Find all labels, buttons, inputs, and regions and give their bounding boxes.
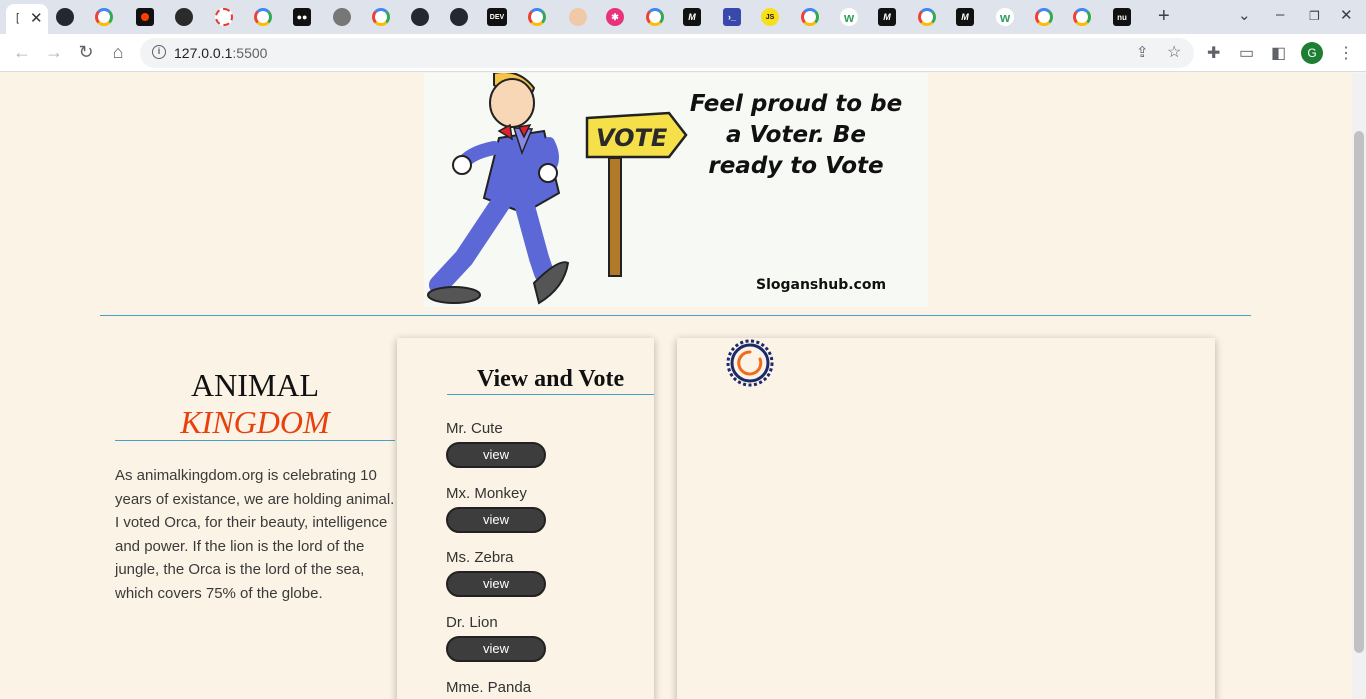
js-tab-icon[interactable]: JS bbox=[761, 8, 779, 26]
url-port: :5500 bbox=[232, 45, 268, 61]
candidate-item: Ms. Zebra view bbox=[446, 549, 546, 597]
hand-tab-icon[interactable] bbox=[569, 8, 587, 26]
back-icon[interactable]: ← bbox=[11, 42, 33, 63]
brand-line-animal: ANIMAL bbox=[191, 367, 319, 403]
header-divider bbox=[100, 315, 1251, 316]
url-host: 127.0.0.1 bbox=[174, 45, 233, 61]
w-tab-icon[interactable]: w bbox=[840, 8, 858, 26]
google-tab-icon[interactable] bbox=[646, 8, 664, 26]
google-tab-icon[interactable] bbox=[918, 8, 936, 26]
intro-paragraph: As animalkingdom.org is celebrating 10 y… bbox=[115, 467, 395, 602]
google-tab-icon[interactable] bbox=[1035, 8, 1053, 26]
flower-tab-icon[interactable]: ✱ bbox=[606, 8, 624, 26]
github-tab-icon[interactable] bbox=[450, 8, 468, 26]
candidate-name: Mx. Monkey bbox=[446, 485, 527, 502]
page-scrollbar[interactable] bbox=[1352, 73, 1366, 699]
dev-tab-icon[interactable]: DEV bbox=[487, 8, 507, 26]
candidate-detail-panel bbox=[677, 338, 1215, 699]
candidate-name: Dr. Lion bbox=[446, 614, 498, 631]
candidate-name: Ms. Zebra bbox=[446, 549, 514, 566]
view-button[interactable]: view bbox=[446, 442, 546, 468]
active-tab[interactable]: [ ✕ bbox=[6, 4, 48, 34]
record-tab-icon[interactable] bbox=[136, 8, 154, 26]
minimize-icon[interactable]: – bbox=[1276, 6, 1284, 23]
brand-divider bbox=[115, 440, 395, 441]
url-text[interactable]: 127.0.0.1:5500 bbox=[174, 45, 267, 61]
extensions-icon[interactable]: ✚ bbox=[1207, 43, 1220, 63]
menu-icon[interactable]: ⋮ bbox=[1338, 43, 1354, 63]
w-tab-icon[interactable]: w bbox=[996, 8, 1014, 26]
m-tab-icon[interactable]: M bbox=[878, 8, 896, 26]
close-tab-icon[interactable]: ✕ bbox=[30, 9, 43, 27]
active-tab-favicon: [ bbox=[16, 12, 20, 24]
terminal-tab-icon[interactable]: ›_ bbox=[723, 8, 741, 26]
brand-line-kingdom: KINGDOM bbox=[180, 404, 330, 440]
view-button[interactable]: view bbox=[446, 507, 546, 533]
close-window-icon[interactable]: ✕ bbox=[1340, 6, 1353, 24]
view-button[interactable]: view bbox=[446, 571, 546, 597]
reload-icon[interactable]: ↻ bbox=[75, 42, 97, 63]
google-tab-icon[interactable] bbox=[801, 8, 819, 26]
nu-tab-icon[interactable]: nu bbox=[1113, 8, 1131, 26]
google-tab-icon[interactable] bbox=[95, 8, 113, 26]
vote-sign-text: VOTE bbox=[596, 124, 668, 152]
google-tab-icon[interactable] bbox=[1073, 8, 1091, 26]
restore-icon[interactable]: ❐ bbox=[1309, 9, 1320, 23]
home-icon[interactable]: ⌂ bbox=[107, 42, 129, 63]
vote-panel-divider bbox=[447, 394, 654, 395]
star-icon[interactable]: ☆ bbox=[1167, 42, 1181, 62]
vote-panel: View and Vote Mr. Cute view Mx. Monkey v… bbox=[397, 338, 654, 699]
m-tab-icon[interactable]: M bbox=[956, 8, 974, 26]
address-bar[interactable]: i 127.0.0.1:5500 ⇪ ☆ bbox=[140, 38, 1194, 68]
cast-icon[interactable]: ▭ bbox=[1239, 43, 1254, 63]
candidate-item: Dr. Lion view bbox=[446, 614, 546, 662]
candidate-item: Mx. Monkey view bbox=[446, 485, 546, 533]
loading-spinner-icon bbox=[726, 339, 774, 387]
google-tab-icon[interactable] bbox=[372, 8, 390, 26]
candidate-item: Mr. Cute view bbox=[446, 420, 546, 468]
candidate-item: Mme. Panda view bbox=[446, 679, 546, 699]
banner-slogan: Feel proud to be a Voter. Be ready to Vo… bbox=[689, 91, 903, 179]
scrollbar-thumb[interactable] bbox=[1354, 131, 1364, 653]
banner-site-credit: Sloganshub.com bbox=[756, 277, 887, 293]
share-icon[interactable]: ⇪ bbox=[1136, 43, 1149, 61]
google-tab-icon[interactable] bbox=[528, 8, 546, 26]
profile-avatar[interactable]: G bbox=[1301, 42, 1323, 64]
loading-tab-icon[interactable] bbox=[215, 8, 233, 26]
candidate-name: Mme. Panda bbox=[446, 679, 532, 696]
tab-search-icon[interactable]: ⌄ bbox=[1238, 6, 1251, 24]
new-tab-icon[interactable]: + bbox=[1158, 5, 1170, 28]
brand-title: ANIMAL KINGDOM bbox=[115, 366, 395, 440]
medium-tab-icon[interactable]: ●● bbox=[293, 8, 311, 26]
page-viewport: VOTE Feel proud to be a Voter. Be ready … bbox=[0, 73, 1352, 699]
banner-image: VOTE Feel proud to be a Voter. Be ready … bbox=[424, 73, 928, 307]
m-tab-icon[interactable]: M bbox=[683, 8, 701, 26]
forward-icon[interactable]: → bbox=[43, 42, 65, 63]
vote-panel-title: View and Vote bbox=[477, 366, 625, 392]
globe-tab-icon[interactable] bbox=[175, 8, 193, 26]
sidepanel-icon[interactable]: ◧ bbox=[1271, 43, 1286, 63]
github-tab-icon[interactable] bbox=[411, 8, 429, 26]
info-icon[interactable]: i bbox=[152, 45, 166, 59]
view-button[interactable]: view bbox=[446, 636, 546, 662]
github-tab-icon[interactable] bbox=[56, 8, 74, 26]
google-tab-icon[interactable] bbox=[254, 8, 272, 26]
candidate-name: Mr. Cute bbox=[446, 420, 503, 437]
tab-strip: [ ✕ ●● DEV ✱ M ›_ JS w M M w nu + ⌄ – ❐ … bbox=[0, 0, 1366, 34]
chrome-tab-icon[interactable] bbox=[333, 8, 351, 26]
browser-toolbar: ← → ↻ ⌂ i 127.0.0.1:5500 ⇪ ☆ ✚ ▭ ◧ G ⋮ bbox=[0, 34, 1366, 72]
